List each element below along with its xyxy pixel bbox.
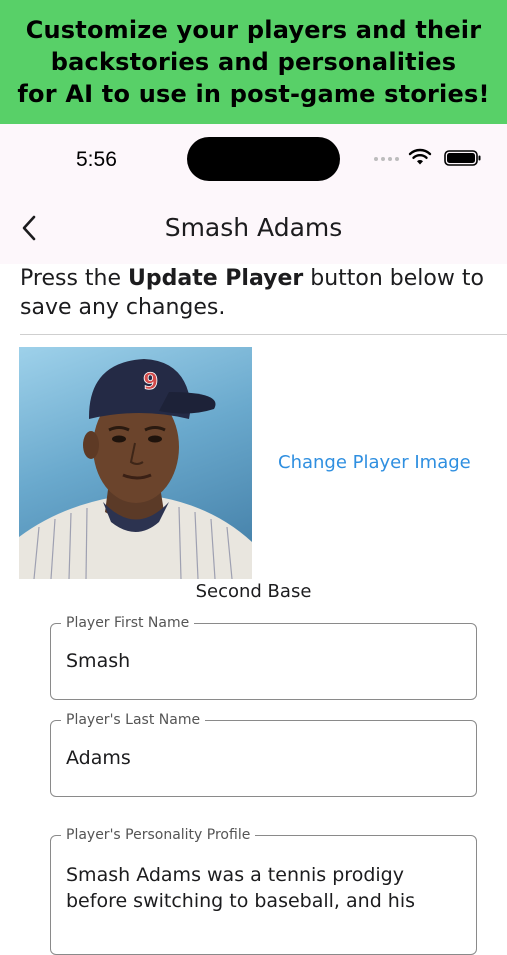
personality-profile-field[interactable]: Player's Personality Profile Smash Adams… xyxy=(50,827,477,955)
battery-icon xyxy=(444,150,481,166)
first-name-field[interactable]: Player First Name Smash xyxy=(50,615,477,700)
navigation-bar: Smash Adams xyxy=(0,194,507,264)
player-image[interactable]: 9 xyxy=(19,347,252,579)
cap-number: 9 xyxy=(143,370,158,395)
instruction-prefix: Press the xyxy=(20,266,128,291)
player-position: Second Base xyxy=(195,581,312,602)
change-player-image-button[interactable]: Change Player Image xyxy=(278,452,471,473)
instruction-text: Press the Update Player button below to … xyxy=(20,264,500,322)
status-bar: 5:56 xyxy=(0,124,507,194)
last-name-value[interactable]: Adams xyxy=(66,747,131,769)
promo-banner: Customize your players and their backsto… xyxy=(0,0,507,124)
signal-icon xyxy=(374,157,399,161)
instruction-bold: Update Player xyxy=(128,266,304,291)
banner-text: Customize your players and their backsto… xyxy=(17,16,490,108)
wifi-icon xyxy=(408,148,432,165)
dynamic-island xyxy=(187,137,340,181)
divider xyxy=(20,334,507,335)
page-title: Smash Adams xyxy=(164,213,343,242)
last-name-field[interactable]: Player's Last Name Adams xyxy=(50,712,477,797)
last-name-label: Player's Last Name xyxy=(61,712,206,728)
first-name-value[interactable]: Smash xyxy=(66,650,130,672)
personality-profile-value[interactable]: Smash Adams was a tennis prodigy before … xyxy=(66,862,466,914)
status-time: 5:56 xyxy=(76,148,117,171)
personality-profile-label: Player's Personality Profile xyxy=(61,827,256,843)
player-portrait: 9 xyxy=(19,359,252,579)
first-name-label: Player First Name xyxy=(61,615,195,631)
